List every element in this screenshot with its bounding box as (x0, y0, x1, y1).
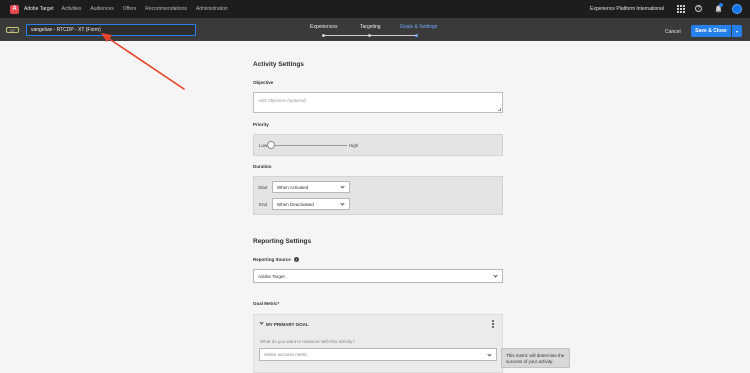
annotation-arrow-head (101, 33, 112, 42)
annotation-arrow-line (107, 37, 185, 90)
annotation-arrow (101, 33, 185, 90)
